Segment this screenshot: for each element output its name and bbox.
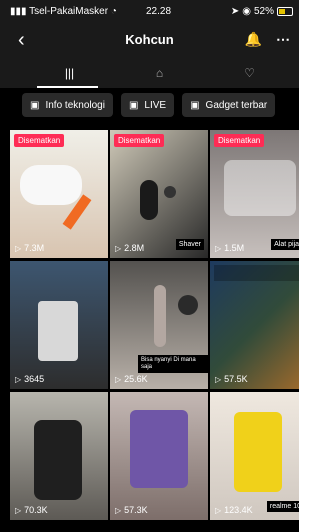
play-icon: ▷ <box>215 374 222 384</box>
video-views: ▷ 2.8M <box>115 243 145 253</box>
carrier: ▮▮▮ Tsel-PakaiMasker ◔ <box>10 6 117 17</box>
video-views: ▷ 70.3K <box>15 505 48 515</box>
video-thumbnail[interactable]: ▷ 57.5K <box>210 261 299 389</box>
video-thumbnail[interactable]: ▷ 123.4K realme 10 <box>210 392 299 520</box>
video-views: ▷ 7.3M <box>15 243 45 253</box>
notification-icon[interactable]: 🔔 <box>245 31 262 48</box>
video-grid: Disematkan ▷ 7.3M Disematkan ▷ 2.8M Shaver… <box>10 130 299 532</box>
playlist-icon: ▣ <box>30 99 40 111</box>
video-thumbnail[interactable]: Disematkan ▷ 7.3M <box>10 130 108 258</box>
video-label: realme 10 <box>266 501 299 512</box>
playlist-icon: ▣ <box>190 99 200 111</box>
video-caption: Bisa nyanyi Di mana saja <box>138 355 208 373</box>
pinned-badge: Disematkan <box>214 134 265 147</box>
status-time: 22.28 <box>146 6 172 17</box>
playlist-chips: ▣ Info teknologi ▣ LIVE ▣ Gadget terbar <box>0 88 299 122</box>
video-views: ▷ 3645 <box>15 374 45 384</box>
play-icon: ▷ <box>15 243 22 253</box>
more-icon[interactable]: ⋯ <box>276 31 290 48</box>
video-thumbnail[interactable]: ▷ 70.3K <box>10 392 108 520</box>
thumbnail-image <box>34 420 82 500</box>
video-label: Shaver <box>175 239 204 250</box>
play-icon: ▷ <box>215 505 222 515</box>
video-views: ▷ 123.4K <box>215 505 253 515</box>
video-views: ▷ 57.5K <box>215 374 248 384</box>
play-icon: ▷ <box>215 243 222 253</box>
battery-icon <box>277 7 293 16</box>
tab-videos[interactable]: ||| <box>20 58 119 88</box>
thumbnail-image <box>214 265 299 281</box>
alarm-icon: ◉ <box>242 6 251 17</box>
video-thumbnail[interactable]: Disematkan ▷ 1.5M Alat pijat <box>210 130 299 258</box>
status-right: ➤ ◉ 52% <box>231 6 293 17</box>
signal-icon: ▮▮▮ <box>10 6 27 17</box>
top-nav: ‹ Kohcun 🔔 ⋯ <box>0 24 299 58</box>
thumbnail-image <box>20 165 82 205</box>
location-icon: ➤ <box>230 6 240 17</box>
shopping-bag-icon: ⌂ <box>155 66 164 80</box>
video-views: ▷ 25.6K <box>115 374 148 384</box>
tab-shop[interactable]: ⌂ <box>110 58 209 88</box>
play-icon: ▷ <box>115 243 122 253</box>
play-icon: ▷ <box>115 374 122 384</box>
video-views: ▷ 57.3K <box>115 505 148 515</box>
play-icon: ▷ <box>15 374 22 384</box>
thumbnail-image <box>130 410 188 488</box>
chip-info-teknologi[interactable]: ▣ Info teknologi <box>22 93 113 117</box>
play-icon: ▷ <box>115 505 122 515</box>
profile-tabs: ||| ⌂ ♡ <box>0 58 299 88</box>
video-thumbnail[interactable]: ▷ 57.3K <box>110 392 208 520</box>
pinned-badge: Disematkan <box>14 134 65 147</box>
pinned-badge: Disematkan <box>114 134 165 147</box>
wifi-icon: ◔ <box>110 6 117 17</box>
thumbnail-image <box>234 412 282 492</box>
video-thumbnail[interactable]: Bisa nyanyi Di mana saja ▷ 25.6K <box>110 261 208 389</box>
video-thumbnail[interactable]: Disematkan ▷ 2.8M Shaver <box>110 130 208 258</box>
thumbnail-image <box>164 186 176 198</box>
chip-gadget-terbaru[interactable]: ▣ Gadget terbar <box>182 93 276 117</box>
tab-liked[interactable]: ♡ <box>200 58 299 88</box>
status-bar: ▮▮▮ Tsel-PakaiMasker ◔ 22.28 ➤ ◉ 52% <box>0 0 299 24</box>
thumbnail-image <box>224 160 296 216</box>
play-icon: ▷ <box>15 505 22 515</box>
thumbnail-image <box>38 301 78 361</box>
video-label: Alat pijat <box>271 239 299 250</box>
video-thumbnail[interactable]: ▷ 3645 <box>10 261 108 389</box>
thumbnail-image <box>154 285 166 347</box>
grid-icon: ||| <box>64 66 75 80</box>
thumbnail-image <box>178 295 198 315</box>
playlist-icon: ▣ <box>128 99 139 111</box>
chip-live[interactable]: ▣ LIVE <box>120 93 175 117</box>
video-views: ▷ 1.5M <box>215 243 245 253</box>
hidden-heart-icon: ♡ <box>244 66 255 80</box>
thumbnail-image <box>140 180 158 220</box>
app-screen: ▮▮▮ Tsel-PakaiMasker ◔ 22.28 ➤ ◉ 52% ‹ K… <box>0 0 299 532</box>
